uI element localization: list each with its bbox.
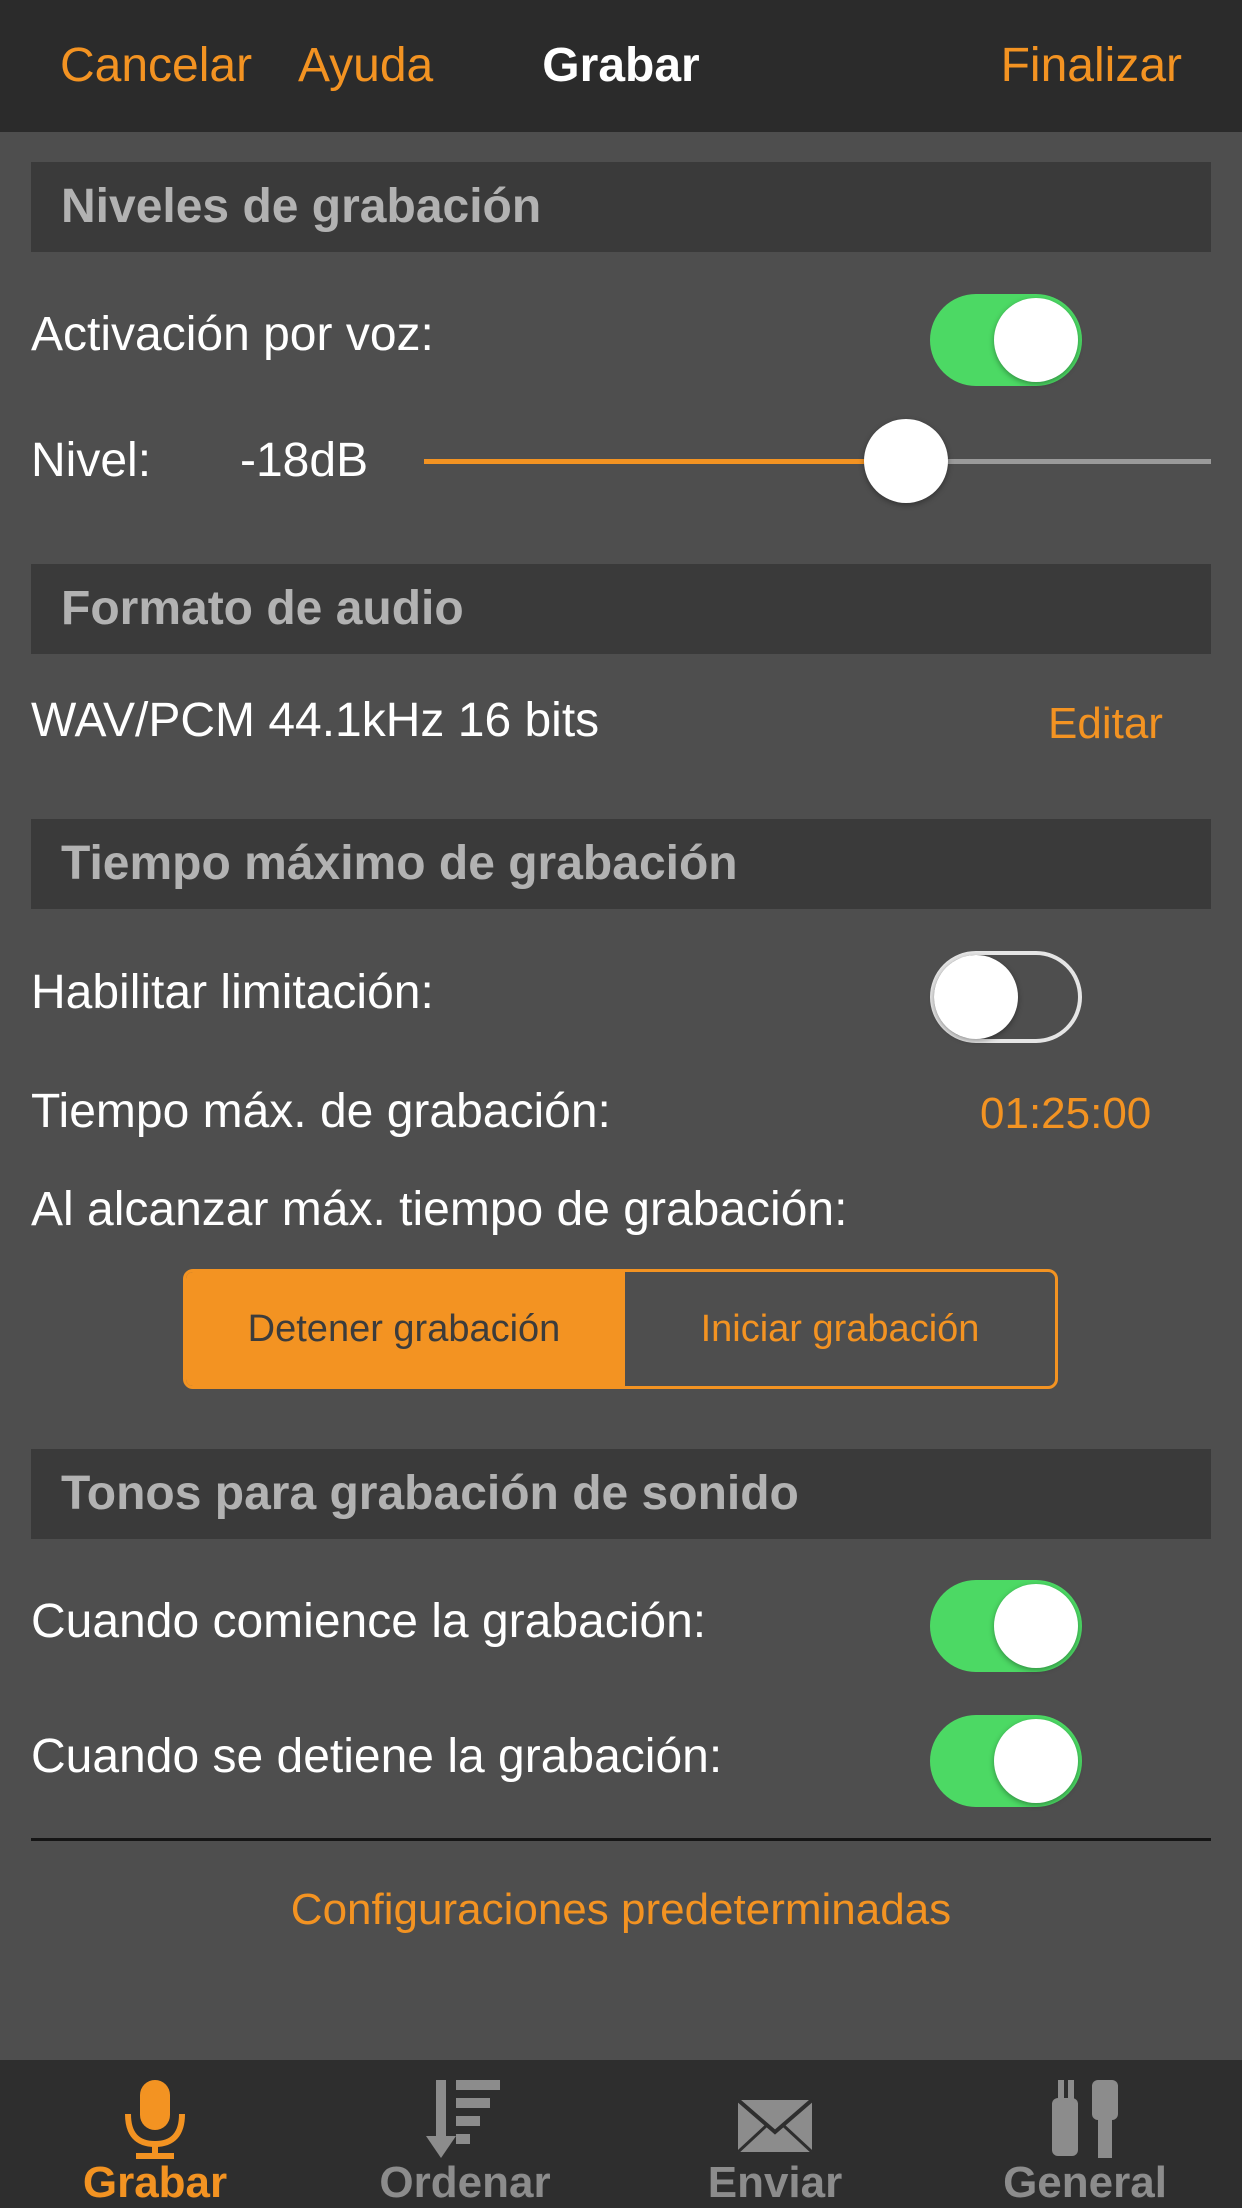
max-time-label: Tiempo máx. de grabación: xyxy=(31,1085,611,1138)
section-title: Tonos para grabación de sonido xyxy=(61,1467,799,1520)
toggle-knob xyxy=(994,1584,1078,1668)
on-reach-label: Al alcanzar máx. tiempo de grabación: xyxy=(31,1183,848,1236)
on-reach-segmented-control[interactable]: Detener grabación Iniciar grabación xyxy=(183,1269,1058,1389)
audio-format-value: WAV/PCM 44.1kHz 16 bits xyxy=(31,694,600,747)
tab-label: Enviar xyxy=(707,2158,843,2207)
level-slider-track-filled[interactable] xyxy=(424,459,906,464)
tab-label: Grabar xyxy=(82,2158,228,2207)
section-title: Formato de audio xyxy=(61,582,464,635)
section-title: Tiempo máximo de grabación xyxy=(61,837,738,890)
finish-button[interactable]: Finalizar xyxy=(1001,38,1182,94)
bottom-tab-bar: Grabar Ordenar Enviar General xyxy=(0,2060,1242,2208)
tab-label: Ordenar xyxy=(379,2158,551,2207)
segment-start-recording[interactable]: Iniciar grabación xyxy=(622,1272,1055,1386)
tab-label: General xyxy=(1003,2158,1167,2207)
section-header-levels: Niveles de grabación xyxy=(31,162,1211,252)
toggle-knob xyxy=(994,1719,1078,1803)
enable-limit-label: Habilitar limitación: xyxy=(31,966,434,1019)
voice-activation-toggle[interactable] xyxy=(930,294,1082,386)
top-navigation-bar: Cancelar Ayuda Grabar Finalizar xyxy=(0,0,1242,132)
voice-activation-label: Activación por voz: xyxy=(31,308,434,361)
level-label: Nivel: xyxy=(31,434,152,487)
tab-ordenar[interactable]: Ordenar xyxy=(310,2060,620,2208)
level-slider-track-empty[interactable] xyxy=(906,459,1211,464)
tab-grabar[interactable]: Grabar xyxy=(0,2060,310,2208)
level-slider-handle[interactable] xyxy=(864,419,948,503)
tone-on-start-toggle[interactable] xyxy=(930,1580,1082,1672)
max-time-value[interactable]: 01:25:00 xyxy=(980,1086,1151,1142)
section-header-audio-format: Formato de audio xyxy=(31,564,1211,654)
section-header-max-time: Tiempo máximo de grabación xyxy=(31,819,1211,909)
divider xyxy=(31,1838,1211,1841)
sort-icon xyxy=(426,2080,500,2158)
envelope-icon xyxy=(736,2098,814,2154)
tab-enviar[interactable]: Enviar xyxy=(620,2060,930,2208)
enable-limit-toggle[interactable] xyxy=(930,951,1082,1043)
tone-on-start-label: Cuando comience la grabación: xyxy=(31,1595,707,1648)
tone-on-stop-label: Cuando se detiene la grabación: xyxy=(31,1730,723,1783)
toggle-knob xyxy=(994,298,1078,382)
toggle-knob xyxy=(934,955,1018,1039)
level-value: -18dB xyxy=(240,434,369,487)
tools-icon xyxy=(1052,2080,1118,2158)
segment-stop-recording[interactable]: Detener grabación xyxy=(186,1272,622,1386)
default-settings-link[interactable]: Configuraciones predeterminadas xyxy=(0,1882,1242,1938)
section-title: Niveles de grabación xyxy=(61,180,542,233)
microphone-icon xyxy=(125,2080,185,2159)
section-header-tones: Tonos para grabación de sonido xyxy=(31,1449,1211,1539)
tone-on-stop-toggle[interactable] xyxy=(930,1715,1082,1807)
tab-general[interactable]: General xyxy=(930,2060,1240,2208)
edit-format-button[interactable]: Editar xyxy=(1048,696,1163,752)
